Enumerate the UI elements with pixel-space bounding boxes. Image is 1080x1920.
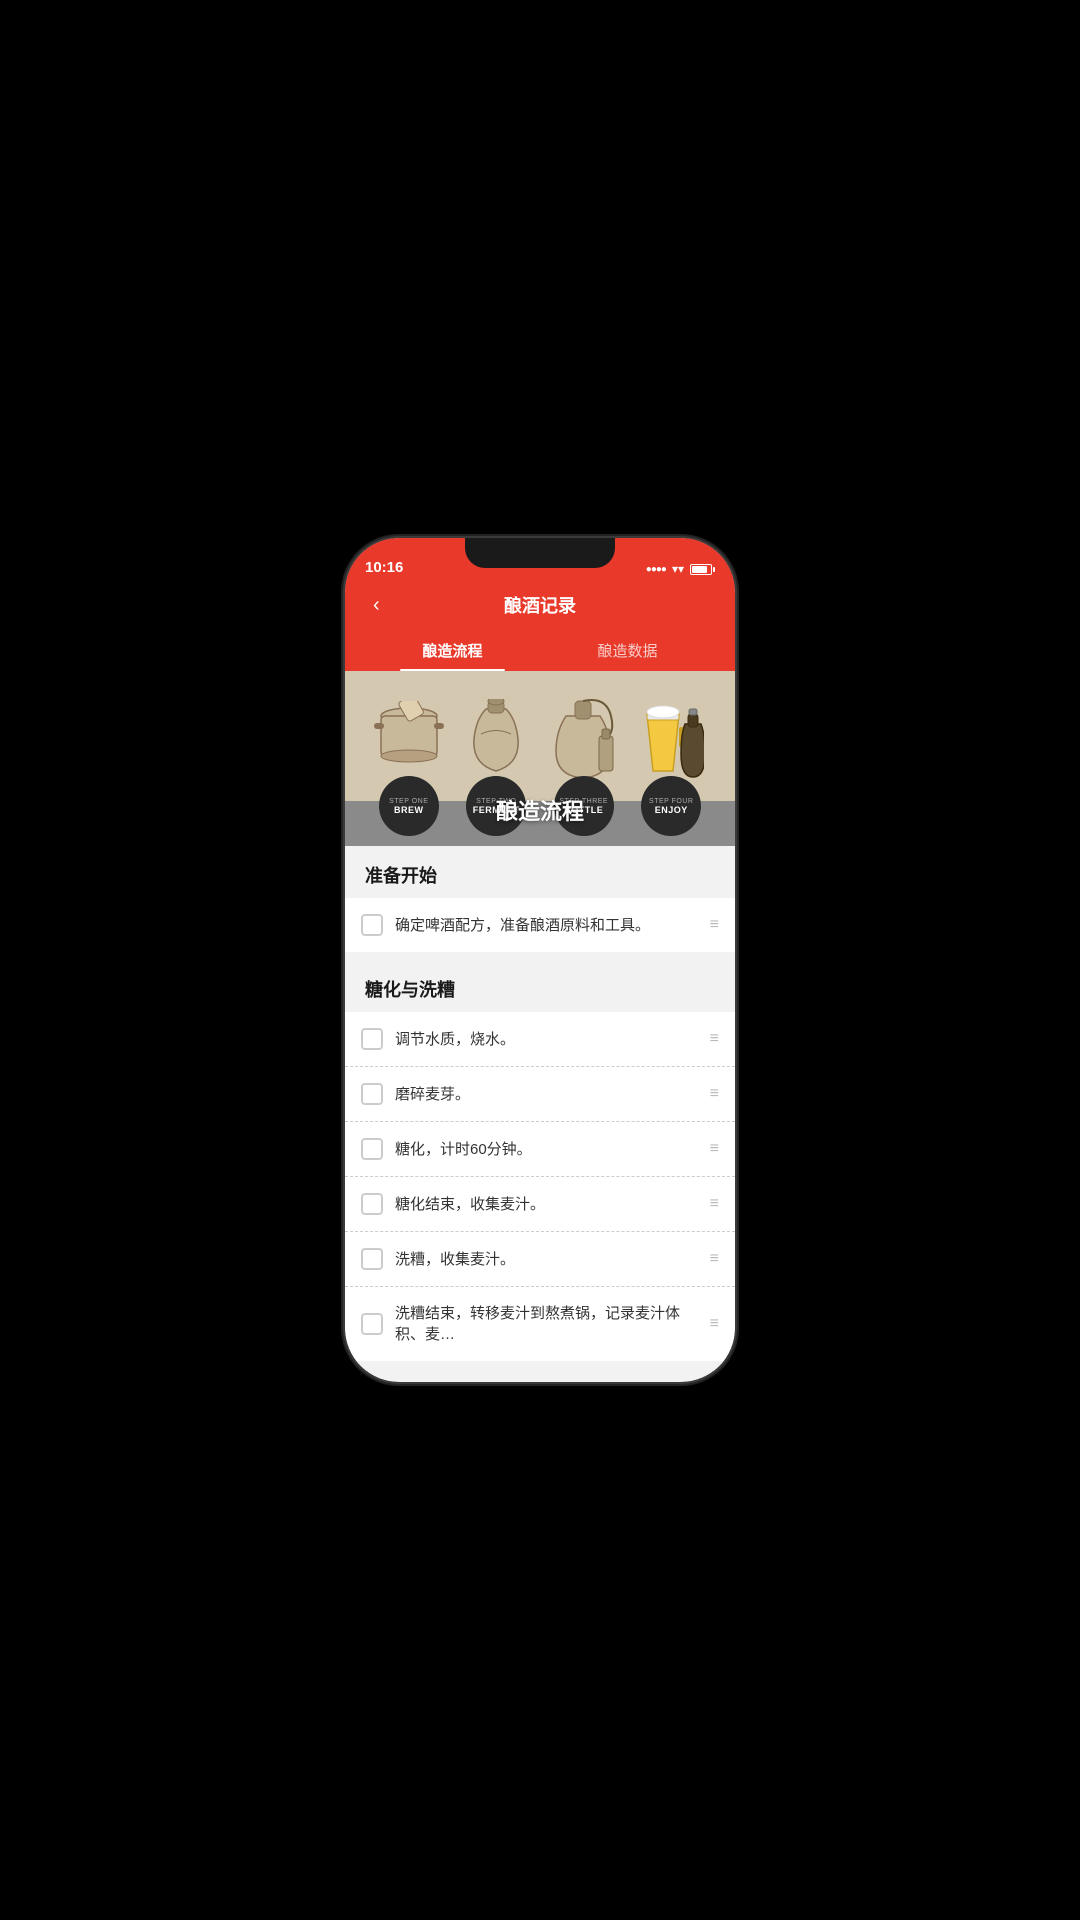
banner-overlay-text: 酿造流程: [496, 794, 584, 826]
item-text-3: 磨碎麦芽。: [395, 1084, 698, 1105]
checklist-item-7[interactable]: 洗糟结束，转移麦汁到熬煮锅，记录麦汁体积、麦… ≡: [345, 1287, 735, 1361]
checkbox-7[interactable]: [361, 1313, 383, 1335]
page-title: 酿酒记录: [504, 592, 576, 618]
section-prepare-header: 准备开始: [345, 846, 735, 898]
drag-handle-3[interactable]: ≡: [710, 1085, 719, 1103]
drag-handle-2[interactable]: ≡: [710, 1030, 719, 1048]
step-2-illustration: [453, 699, 541, 784]
notch: [465, 538, 615, 568]
section-boil: 熬煮与冷却 熬煮麦汁。 ≡ 煮沸后，计时70分钟，依次投入酒花和辅料。 ≡: [345, 1369, 735, 1371]
checklist-item-5[interactable]: 糖化结束，收集麦汁。 ≡: [345, 1177, 735, 1232]
main-content[interactable]: STEP ONE BREW STEP TWO FERMENT STEP THRE…: [345, 671, 735, 1371]
checkbox-2[interactable]: [361, 1028, 383, 1050]
brewing-banner: STEP ONE BREW STEP TWO FERMENT STEP THRE…: [345, 671, 735, 846]
battery-icon: [690, 564, 715, 575]
item-text-2: 调节水质，烧水。: [395, 1029, 698, 1050]
item-text-4: 糖化，计时60分钟。: [395, 1139, 698, 1160]
item-text-5: 糖化结束，收集麦汁。: [395, 1194, 698, 1215]
section-mash-header: 糖化与洗糟: [345, 960, 735, 1012]
step-1-illustration: [365, 701, 453, 781]
checkbox-1[interactable]: [361, 914, 383, 936]
divider-1: [345, 952, 735, 960]
back-button[interactable]: ‹: [365, 590, 388, 621]
section-mash: 糖化与洗糟 调节水质，烧水。 ≡ 磨碎麦芽。 ≡ 糖化，计时60分钟。 ≡: [345, 960, 735, 1361]
wifi-icon: ▾▾: [672, 562, 684, 576]
section-prepare: 准备开始 确定啤酒配方，准备酿酒原料和工具。 ≡: [345, 846, 735, 952]
checklist-item-2[interactable]: 调节水质，烧水。 ≡: [345, 1012, 735, 1067]
divider-2: [345, 1361, 735, 1369]
status-time: 10:16: [365, 559, 403, 576]
phone-frame: 10:16 ●●●● ▾▾ ‹ 酿酒记录 酿造流程: [345, 538, 735, 1382]
checklist-item-6[interactable]: 洗糟，收集麦汁。 ≡: [345, 1232, 735, 1287]
item-text-7: 洗糟结束，转移麦汁到熬煮锅，记录麦汁体积、麦…: [395, 1303, 698, 1345]
item-text-6: 洗糟，收集麦汁。: [395, 1249, 698, 1270]
signal-icon: ●●●●: [646, 564, 666, 575]
status-icons: ●●●● ▾▾: [646, 562, 715, 576]
drag-handle-7[interactable]: ≡: [710, 1315, 719, 1333]
tab-bar: 酿造流程 酿造数据: [365, 630, 715, 671]
checklist-item-4[interactable]: 糖化，计时60分钟。 ≡: [345, 1122, 735, 1177]
tab-data[interactable]: 酿造数据: [540, 630, 715, 671]
step-circle-brew: STEP ONE BREW: [379, 776, 439, 836]
section-boil-header: 熬煮与冷却: [345, 1369, 735, 1371]
checklist-item-3[interactable]: 磨碎麦芽。 ≡: [345, 1067, 735, 1122]
drag-handle-5[interactable]: ≡: [710, 1195, 719, 1213]
app-header: ‹ 酿酒记录 酿造流程 酿造数据: [345, 582, 735, 671]
drag-handle-4[interactable]: ≡: [710, 1140, 719, 1158]
step-3-illustration: [540, 696, 628, 786]
phone-screen: 10:16 ●●●● ▾▾ ‹ 酿酒记录 酿造流程: [345, 538, 735, 1382]
drag-handle-1[interactable]: ≡: [710, 916, 719, 934]
step-circle-enjoy: STEP FOUR ENJOY: [641, 776, 701, 836]
drag-handle-6[interactable]: ≡: [710, 1250, 719, 1268]
checklist-item-1[interactable]: 确定啤酒配方，准备酿酒原料和工具。 ≡: [345, 898, 735, 952]
checkbox-6[interactable]: [361, 1248, 383, 1270]
checkbox-4[interactable]: [361, 1138, 383, 1160]
checkbox-5[interactable]: [361, 1193, 383, 1215]
checkbox-3[interactable]: [361, 1083, 383, 1105]
tab-process[interactable]: 酿造流程: [365, 630, 540, 671]
step-4-illustration: [628, 699, 716, 784]
section-mash-title: 糖化与洗糟: [365, 976, 715, 1002]
item-text-1: 确定啤酒配方，准备酿酒原料和工具。: [395, 915, 698, 936]
section-prepare-title: 准备开始: [365, 862, 715, 888]
